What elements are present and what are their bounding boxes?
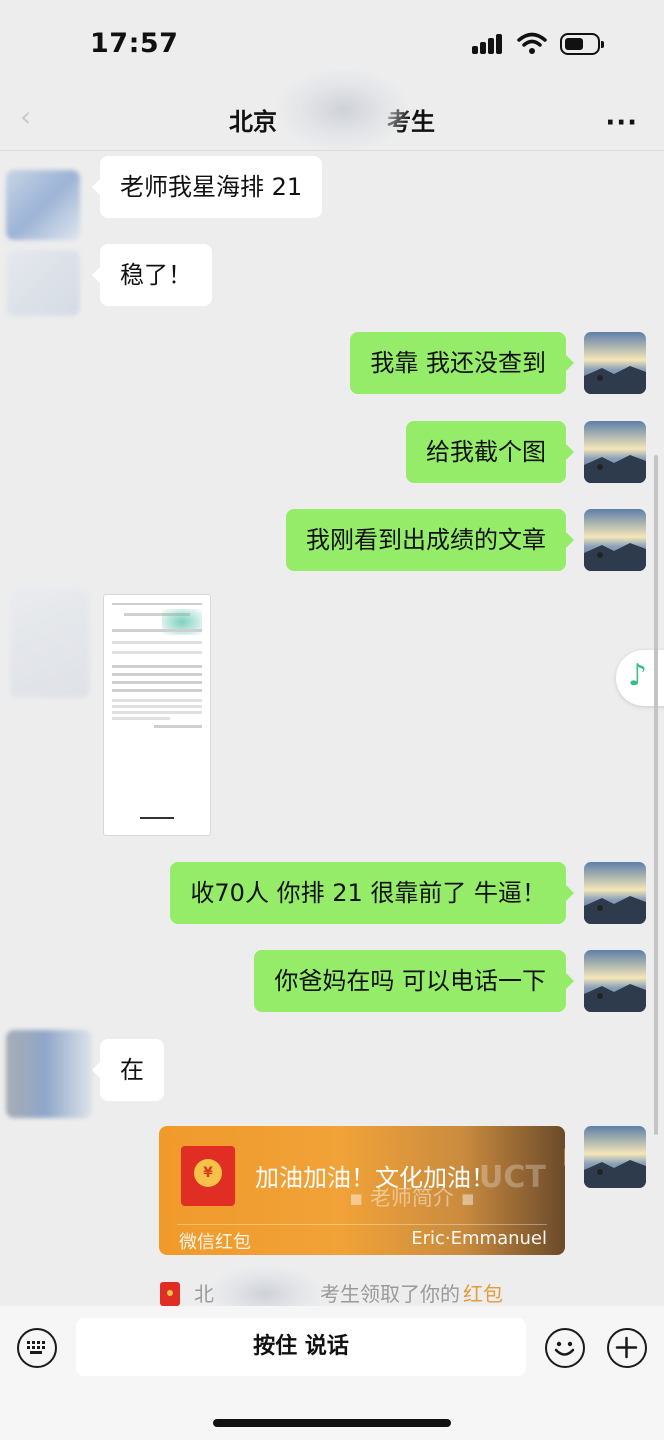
red-packet-icon: ¥ <box>181 1146 235 1206</box>
incoming-message[interactable]: 在 <box>92 1039 164 1101</box>
my-avatar[interactable] <box>584 509 646 571</box>
my-avatar[interactable] <box>584 1126 646 1188</box>
incoming-message[interactable]: 稳了！ <box>92 244 212 306</box>
notice-text: 考生领取了你的 <box>320 1282 460 1306</box>
battery-icon <box>560 33 604 55</box>
red-packet-small-icon <box>160 1282 180 1306</box>
my-avatar[interactable] <box>584 332 646 394</box>
hold-to-talk-button[interactable]: 按住 说话 <box>76 1318 526 1376</box>
outgoing-message[interactable]: 你爸妈在吗 可以电话一下 <box>254 950 574 1012</box>
red-packet-message[interactable]: ¥ UCT 加油加油！文化加油！ ▪ 老师简介 ▪ 微信红包 Eric·Emma… <box>159 1126 565 1255</box>
red-packet-cover-caption: ▪ 老师简介 ▪ <box>349 1186 475 1210</box>
chat-header: ‹ 北京 考生 ··· <box>0 70 664 151</box>
emoji-icon[interactable] <box>545 1328 585 1368</box>
outgoing-message[interactable]: 我靠 我还没查到 <box>350 332 574 394</box>
notice-red-packet-link[interactable]: 红包 <box>463 1280 503 1308</box>
wifi-icon <box>517 32 547 54</box>
keyboard-icon[interactable] <box>17 1328 57 1368</box>
status-time: 17:57 <box>90 28 179 59</box>
home-indicator[interactable] <box>213 1419 451 1427</box>
plus-icon[interactable] <box>607 1328 647 1368</box>
red-packet-sender: Eric·Emmanuel <box>411 1228 547 1249</box>
my-avatar[interactable] <box>584 421 646 483</box>
outgoing-message[interactable]: 收70人 你排 21 很靠前了 牛逼！ <box>170 862 574 924</box>
my-avatar[interactable] <box>584 950 646 1012</box>
cellular-signal-icon <box>472 34 504 54</box>
music-note-icon: ♪ <box>628 658 648 693</box>
contact-avatar[interactable] <box>6 170 80 240</box>
contact-avatar[interactable] <box>6 1030 92 1118</box>
contact-avatar[interactable] <box>10 588 90 698</box>
image-message[interactable] <box>103 594 211 836</box>
more-icon[interactable]: ··· <box>605 108 638 138</box>
scrollbar[interactable] <box>654 455 658 1135</box>
outgoing-message[interactable]: 我刚看到出成绩的文章 <box>286 509 574 571</box>
chat-title-left: 北京 <box>229 108 277 136</box>
incoming-message[interactable]: 老师我星海排 21 <box>91 156 323 218</box>
my-avatar[interactable] <box>584 862 646 924</box>
redaction-blur <box>278 70 408 150</box>
red-packet-label: 微信红包 <box>179 1232 251 1253</box>
outgoing-message[interactable]: 给我截个图 <box>406 421 574 483</box>
contact-avatar[interactable] <box>6 250 80 316</box>
